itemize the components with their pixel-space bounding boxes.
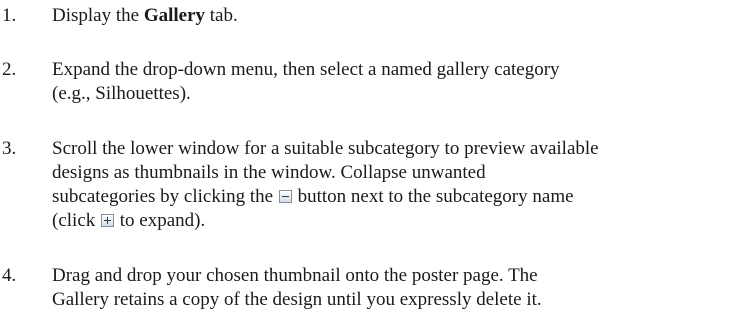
- expand-plus-icon: [101, 214, 115, 227]
- step-text: Drag and drop your chosen thumbnail onto…: [52, 264, 724, 312]
- step-text-part: subcategories by clicking the: [52, 186, 278, 207]
- step-number: 4.: [2, 265, 17, 286]
- step-number: 1.: [2, 5, 17, 26]
- step-line: Expand the drop-down menu, then select a…: [52, 59, 560, 80]
- step-text: Scroll the lower window for a suitable s…: [52, 137, 724, 233]
- step-number: 2.: [2, 59, 17, 80]
- collapse-minus-icon: [278, 190, 292, 203]
- step-line: subcategories by clicking the button nex…: [52, 185, 724, 209]
- step-line: Scroll the lower window for a suitable s…: [52, 138, 599, 159]
- step-text-part: (click: [52, 210, 101, 231]
- step-line: (click to expand).: [52, 209, 724, 233]
- step-line: Gallery retains a copy of the design unt…: [52, 289, 542, 310]
- step-line: (e.g., Silhouettes).: [52, 83, 191, 104]
- step-text-part: Display the: [52, 5, 144, 26]
- step-text: Expand the drop-down menu, then select a…: [52, 58, 724, 106]
- gallery-term: Gallery: [143, 5, 206, 26]
- step-line: designs as thumbnails in the window. Col…: [52, 162, 486, 183]
- step-number: 3.: [2, 138, 17, 159]
- step-text-part: tab.: [205, 5, 238, 26]
- step-line: Drag and drop your chosen thumbnail onto…: [52, 265, 538, 286]
- step-text: Display the Gallery tab.: [52, 4, 724, 28]
- step-text-part: to expand).: [115, 210, 206, 231]
- instruction-list: 1. Display the Gallery tab. 2. Expand th…: [0, 0, 733, 335]
- step-text-part: button next to the subcategory name: [292, 186, 574, 207]
